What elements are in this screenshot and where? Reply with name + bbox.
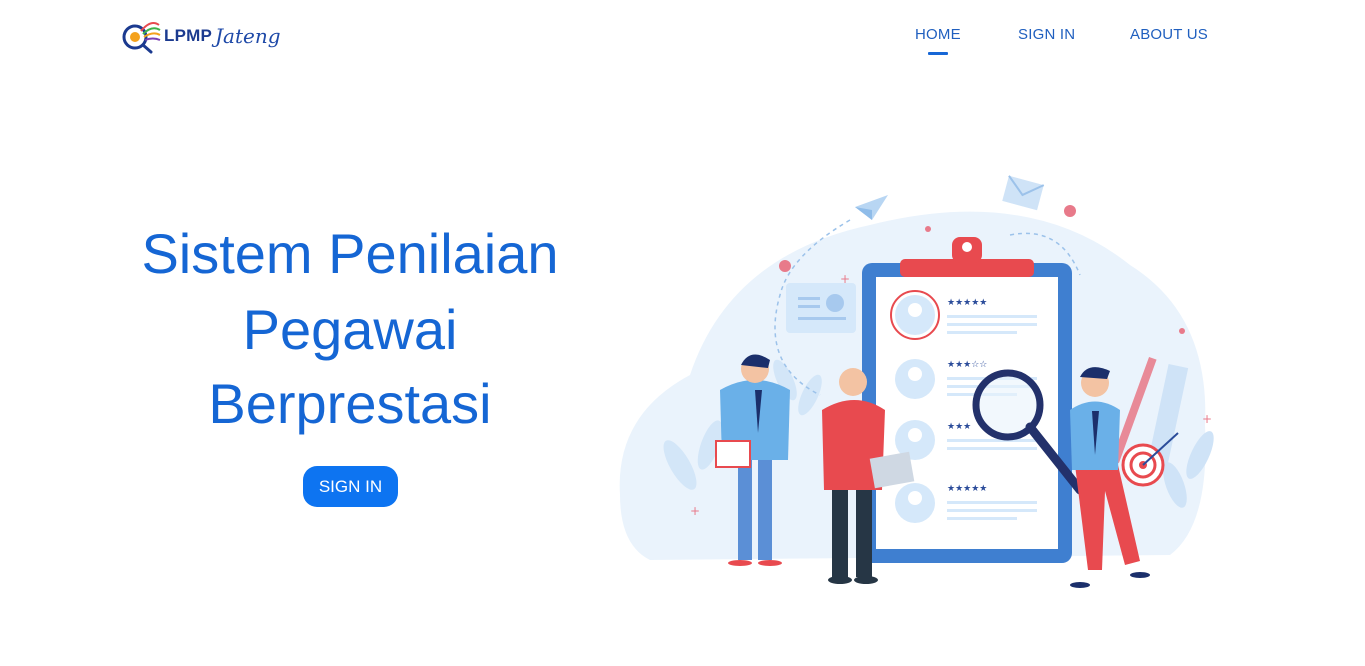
- svg-text:★★★★★: ★★★★★: [947, 484, 987, 494]
- nav-home[interactable]: HOME: [915, 26, 961, 43]
- svg-text:★★★☆☆: ★★★☆☆: [947, 360, 987, 370]
- paper-plane-icon: [855, 195, 888, 220]
- hero-line2-text: Pegawai: [242, 298, 458, 361]
- hero-title-line1: Sistem Penilaian: [100, 226, 600, 282]
- svg-text:★★★: ★★★: [947, 422, 971, 432]
- svg-text:★★★★★: ★★★★★: [947, 298, 987, 308]
- nav-sign-in[interactable]: SIGN IN: [1018, 26, 1075, 43]
- envelope-icon: [1002, 175, 1045, 211]
- hero-title-line3: Berprestasi: [100, 376, 600, 432]
- svg-text:+: +: [1202, 412, 1212, 426]
- svg-text:+: +: [690, 504, 700, 518]
- hero-sign-in-button[interactable]: SIGN IN: [303, 466, 398, 507]
- main-nav: HOME SIGN IN ABOUT US: [0, 26, 1365, 56]
- hero-illustration: + + + ★★★★★ ★★★☆☆ ★★★ ★★★★★: [619, 175, 1214, 588]
- hero-line1-text: Sistem Penilaian: [141, 222, 559, 285]
- nav-about-us[interactable]: ABOUT US: [1130, 26, 1208, 43]
- hero-line3-text: Berprestasi: [208, 372, 492, 435]
- profile-card: [786, 283, 856, 333]
- hero-title-line2: Pegawai: [100, 302, 600, 358]
- check-badge-icon: [779, 260, 791, 272]
